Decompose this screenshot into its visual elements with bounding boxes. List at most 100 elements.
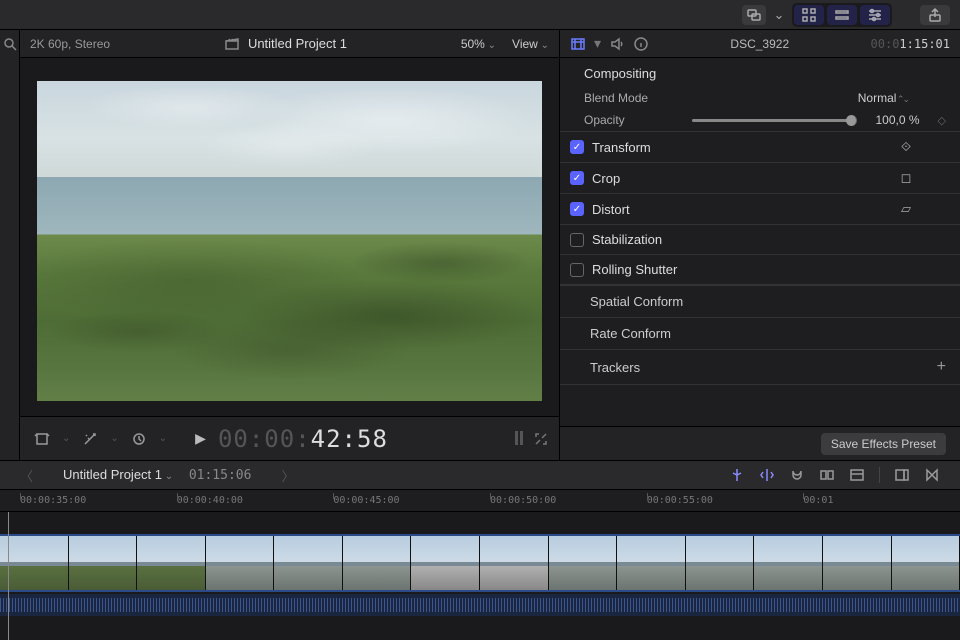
group-checkbox[interactable] [570, 233, 584, 247]
fullscreen-icon[interactable] [533, 431, 549, 447]
workspace-switch-button[interactable] [742, 5, 766, 25]
app-toolbar: ⌄ [0, 0, 960, 30]
clip-thumbnail[interactable] [686, 536, 755, 590]
playhead[interactable] [8, 512, 9, 640]
audio-meters-icon [515, 431, 523, 447]
inspector-tabs: ▾ [570, 35, 649, 52]
inspector-group-distort[interactable]: ✓Distort▱ [560, 193, 960, 224]
add-tracker-icon[interactable]: + [937, 358, 946, 376]
clip-thumbnail[interactable] [892, 536, 960, 590]
inspector-footer: Save Effects Preset [560, 426, 960, 460]
clip-thumbnail[interactable] [754, 536, 823, 590]
timeline-project-dropdown[interactable]: Untitled Project 1 [63, 467, 173, 482]
inspector-group-transform[interactable]: ✓ Transform ⟐ [560, 131, 960, 162]
skim-icon[interactable] [759, 467, 775, 483]
inspector-group-rolling-shutter[interactable]: Rolling Shutter [560, 254, 960, 285]
transitions-browser-icon[interactable] [924, 467, 940, 483]
transform-tool-icon[interactable] [30, 429, 54, 449]
inspector-row-spatial-conform[interactable]: Spatial Conform [560, 285, 960, 317]
clip-thumbnail[interactable] [480, 536, 549, 590]
opacity-value[interactable]: 100,0 % [875, 113, 919, 127]
timeline-ruler[interactable]: 00:00:35:0000:00:40:0000:00:45:0000:00:5… [0, 490, 960, 512]
inspector-group-crop[interactable]: ✓ Crop ◻ [560, 162, 960, 193]
video-track[interactable] [0, 534, 960, 592]
toolbar-divider [879, 467, 880, 483]
keyframe-icon[interactable]: ◇ [938, 114, 946, 127]
viewer-footer: ⌄ ⌄ ⌄ ▶ 00:00:42:58 [20, 416, 559, 460]
ruler-tick: 00:00:35:00 [20, 495, 177, 506]
opacity-slider[interactable] [692, 119, 857, 122]
chevron-down-icon[interactable]: ⌄ [58, 431, 74, 446]
blend-mode-value[interactable]: Normal [858, 91, 908, 105]
group-checkbox[interactable]: ✓ [570, 202, 584, 216]
viewer-timecode[interactable]: 00:00:42:58 [218, 425, 388, 453]
audio-tab-icon[interactable] [609, 36, 625, 52]
index-icon[interactable] [849, 467, 865, 483]
history-forward-icon[interactable]: 〉 [281, 466, 294, 485]
group-label: Rolling Shutter [592, 262, 677, 277]
group-action-icon[interactable]: ▱ [886, 201, 926, 217]
clip-thumbnail[interactable] [823, 536, 892, 590]
clip-format-label: 2K 60p, Stereo [30, 37, 110, 51]
group-label: Transform [592, 140, 651, 155]
info-tab-icon[interactable] [633, 36, 649, 52]
inspector-header: ▾ DSC_3922 00:01:15:01 [560, 30, 960, 58]
clip-thumbnail[interactable] [617, 536, 686, 590]
inspector-clip-name: DSC_3922 [659, 37, 860, 51]
project-title: Untitled Project 1 [248, 36, 347, 51]
audio-track[interactable] [0, 594, 960, 616]
group-action-icon[interactable]: ⟐ [886, 139, 926, 155]
share-button[interactable] [920, 5, 950, 25]
video-tab-icon[interactable] [570, 36, 586, 52]
view-dropdown[interactable]: View [512, 37, 549, 51]
timeline-header: 〈 Untitled Project 1 01:15:06 〉 [0, 460, 960, 490]
color-tab-icon[interactable]: ▾ [594, 35, 601, 52]
trackers-label: Trackers [590, 360, 640, 375]
list-layout-button[interactable] [827, 5, 857, 25]
ruler-tick: 00:00:55:00 [647, 495, 804, 506]
inspector-row-rate-conform[interactable]: Rate Conform [560, 317, 960, 349]
search-icon[interactable] [2, 36, 18, 52]
compositing-section-title: Compositing [560, 58, 960, 87]
clip-thumbnail[interactable] [411, 536, 480, 590]
grid-layout-button[interactable] [794, 5, 824, 25]
clip-thumbnail[interactable] [274, 536, 343, 590]
clapperboard-icon [224, 36, 240, 52]
inspector-panel: ▾ DSC_3922 00:01:15:01 Compositing Blend… [560, 30, 960, 460]
viewer-controls: 50% View [461, 37, 549, 51]
clip-thumbnail[interactable] [343, 536, 412, 590]
play-button[interactable]: ▶ [195, 430, 206, 447]
group-checkbox[interactable] [570, 263, 584, 277]
timeline-body[interactable] [0, 512, 960, 640]
ruler-tick: 00:00:40:00 [177, 495, 334, 506]
main-split: 2K 60p, Stereo Untitled Project 1 50% Vi… [0, 30, 960, 460]
clip-thumbnail[interactable] [549, 536, 618, 590]
inspector-group-stabilization[interactable]: Stabilization [560, 224, 960, 254]
trackers-row[interactable]: Trackers + [560, 349, 960, 385]
ruler-tick: 00:00:50:00 [490, 495, 647, 506]
retime-tool-icon[interactable] [127, 429, 151, 449]
effects-browser-icon[interactable] [894, 467, 910, 483]
magic-tool-icon[interactable] [78, 429, 102, 449]
zoom-dropdown[interactable]: 50% [461, 37, 496, 51]
sliders-layout-button[interactable] [860, 5, 890, 25]
clip-thumbnail[interactable] [69, 536, 138, 590]
clip-thumbnail[interactable] [0, 536, 69, 590]
clip-thumbnail[interactable] [206, 536, 275, 590]
preview-frame[interactable] [37, 81, 542, 401]
chevron-down-icon[interactable]: ⌄ [106, 431, 122, 446]
solo-icon[interactable] [789, 467, 805, 483]
workspace-dropdown-icon[interactable]: ⌄ [772, 5, 786, 25]
clip-thumbnail[interactable] [137, 536, 206, 590]
chevron-down-icon[interactable]: ⌄ [155, 431, 171, 446]
group-label: Crop [592, 171, 620, 186]
layout-toggle-group [792, 3, 892, 27]
group-checkbox[interactable]: ✓ [570, 171, 584, 185]
snap-icon[interactable] [729, 467, 745, 483]
clip-appearance-icon[interactable] [819, 467, 835, 483]
opacity-row: Opacity 100,0 % ◇ [560, 109, 960, 131]
history-back-icon[interactable]: 〈 [20, 466, 33, 485]
group-action-icon[interactable]: ◻ [886, 170, 926, 186]
save-effects-preset-button[interactable]: Save Effects Preset [821, 433, 946, 455]
group-checkbox[interactable]: ✓ [570, 140, 584, 154]
